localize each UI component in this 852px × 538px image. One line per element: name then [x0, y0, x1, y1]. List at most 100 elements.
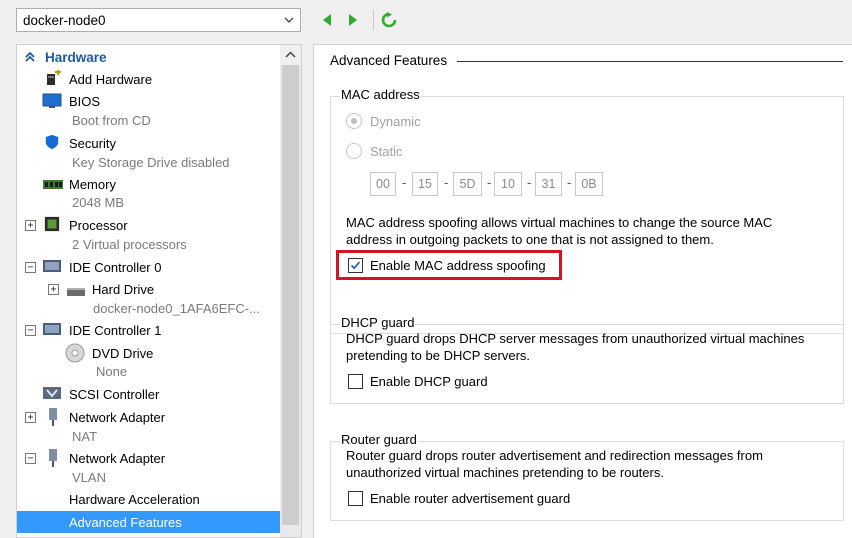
hardware-tree[interactable]: Hardware Add Hardware BIOS Boot from CD … [16, 44, 302, 538]
tree-item-sublabel: 2048 MB [72, 195, 125, 210]
tree-item-memory[interactable]: Memory 2048 MB [17, 174, 281, 212]
tree-item-label: Hardware Acceleration [69, 492, 200, 507]
dynamic-mac-radio[interactable] [346, 113, 362, 129]
forward-arrow-icon[interactable] [345, 12, 361, 28]
settings-panel: Advanced Features MAC address Dynamic St… [313, 44, 852, 538]
router-description-line-2: unauthorized virtual machines pretending… [346, 465, 664, 480]
tree-item-label: DVD Drive [92, 346, 154, 361]
scroll-up-arrow-icon[interactable] [280, 45, 301, 65]
mac-octet-6[interactable]: 0B [575, 172, 603, 196]
tree-item-ide-controller-1[interactable]: − IDE Controller 1 [17, 320, 281, 340]
tree-item-label: Processor [69, 218, 128, 233]
chevron-down-icon [284, 17, 294, 23]
spoofing-description-line-2: address in outgoing packets to one that … [346, 232, 714, 247]
dhcp-description-line-2: pretending to be DHCP servers. [346, 348, 531, 363]
tree-item-sublabel: Key Storage Drive disabled [72, 155, 230, 170]
expand-plus-icon[interactable]: + [48, 284, 59, 295]
toolbar-separator [373, 10, 374, 30]
tree-item-label: BIOS [69, 94, 101, 109]
tree-item-label: Advanced Features [69, 515, 182, 530]
tree-item-label: Network Adapter [69, 451, 166, 466]
processor-chip-icon [44, 216, 60, 232]
tree-item-label: Network Adapter [69, 410, 166, 425]
hardware-section-title: Hardware [45, 49, 107, 65]
radio-selected-dot [351, 118, 357, 124]
expand-plus-icon[interactable]: + [25, 412, 36, 423]
vm-selector-value: docker-node0 [23, 12, 106, 28]
dhcp-description-line-1: DHCP guard drops DHCP server messages fr… [346, 331, 805, 346]
tree-item-label: Hard Drive [92, 282, 155, 297]
mac-group-title: MAC address [340, 87, 421, 102]
mac-octet-3[interactable]: 5D [453, 172, 482, 196]
network-adapter-icon [49, 449, 57, 467]
double-chevron-up-icon [25, 51, 35, 62]
expand-plus-icon[interactable]: + [25, 220, 36, 231]
tree-item-sublabel: Boot from CD [72, 113, 151, 128]
router-group-title: Router guard [340, 432, 418, 447]
shield-icon [45, 134, 59, 150]
collapse-minus-icon[interactable]: − [25, 325, 36, 336]
router-description-line-1: Router guard drops router advertisement … [346, 448, 763, 463]
add-hardware-icon [47, 70, 61, 85]
dynamic-mac-label: Dynamic [370, 114, 421, 129]
mac-address-group: MAC address Dynamic Static 00 - 15 - 5D … [330, 87, 844, 334]
hardware-section-header[interactable]: Hardware [17, 47, 281, 67]
static-mac-octets: 00 - 15 - 5D - 10 - 31 - 0B [370, 172, 630, 196]
mac-octet-4[interactable]: 10 [494, 172, 522, 196]
bios-monitor-icon [42, 93, 62, 108]
tree-item-label: IDE Controller 0 [69, 260, 162, 275]
mac-octet-5[interactable]: 31 [535, 172, 562, 196]
memory-chip-icon [43, 180, 63, 189]
ide-controller-icon [43, 323, 61, 335]
network-adapter-icon [49, 408, 57, 426]
tree-item-security[interactable]: Security Key Storage Drive disabled [17, 133, 281, 171]
mac-spoofing-checkbox[interactable] [348, 258, 363, 273]
collapse-minus-icon[interactable]: − [25, 262, 36, 273]
scsi-controller-icon [43, 387, 61, 399]
dhcp-group-title: DHCP guard [340, 315, 416, 330]
tree-item-bios[interactable]: BIOS Boot from CD [17, 91, 281, 129]
dvd-disc-icon [65, 343, 85, 363]
tree-item-ide-controller-0[interactable]: − IDE Controller 0 [17, 257, 281, 277]
refresh-icon[interactable] [381, 12, 397, 28]
mac-spoofing-label[interactable]: Enable MAC address spoofing [370, 257, 546, 274]
scrollbar-thumb[interactable] [282, 65, 299, 525]
pane-splitter[interactable] [304, 44, 313, 538]
panel-title-divider [457, 61, 843, 62]
tree-item-scsi-controller[interactable]: SCSI Controller [17, 384, 281, 404]
tree-item-sublabel: None [96, 364, 128, 379]
static-mac-radio[interactable] [346, 143, 362, 159]
tree-item-advanced-features[interactable]: Advanced Features [17, 511, 281, 533]
tree-item-label: SCSI Controller [69, 387, 160, 402]
tree-item-sublabel: 2 Virtual processors [72, 237, 187, 252]
tree-item-hardware-acceleration[interactable]: Hardware Acceleration [17, 489, 281, 509]
dhcp-guard-checkbox[interactable] [348, 374, 363, 389]
panel-title: Advanced Features [330, 53, 448, 68]
tree-item-label: Security [69, 136, 116, 151]
spoofing-description-line-1: MAC address spoofing allows virtual mach… [346, 215, 773, 230]
ide-controller-icon [43, 260, 61, 272]
router-guard-checkbox[interactable] [348, 491, 363, 506]
tree-item-network-adapter-nat[interactable]: + Network Adapter NAT [17, 407, 281, 445]
collapse-minus-icon[interactable]: − [25, 453, 36, 464]
router-guard-label[interactable]: Enable router advertisement guard [370, 490, 570, 507]
dhcp-guard-label[interactable]: Enable DHCP guard [370, 373, 488, 390]
tree-item-label: Memory [69, 177, 116, 192]
mac-octet-1[interactable]: 00 [370, 172, 396, 196]
tree-item-hard-drive[interactable]: + Hard Drive docker-node0_1AFA6EFC-... [17, 279, 281, 317]
tree-item-sublabel: docker-node0_1AFA6EFC-... [93, 301, 260, 316]
tree-item-sublabel: NAT [72, 429, 98, 444]
back-arrow-icon[interactable] [319, 12, 335, 28]
static-mac-label: Static [370, 144, 403, 159]
tree-item-sublabel: VLAN [72, 470, 106, 485]
vm-selector-dropdown[interactable]: docker-node0 [16, 8, 301, 32]
tree-item-network-adapter-vlan[interactable]: − Network Adapter VLAN [17, 448, 281, 486]
tree-item-add-hardware[interactable]: Add Hardware [17, 69, 281, 89]
tree-item-dvd-drive[interactable]: DVD Drive None [17, 343, 281, 381]
tree-item-processor[interactable]: + Processor 2 Virtual processors [17, 215, 281, 253]
dhcp-guard-group: DHCP guard DHCP guard drops DHCP server … [330, 315, 844, 404]
checkmark-icon [350, 261, 361, 270]
mac-octet-2[interactable]: 15 [412, 172, 438, 196]
tree-item-label: Add Hardware [69, 72, 153, 87]
tree-scrollbar[interactable] [280, 45, 301, 537]
